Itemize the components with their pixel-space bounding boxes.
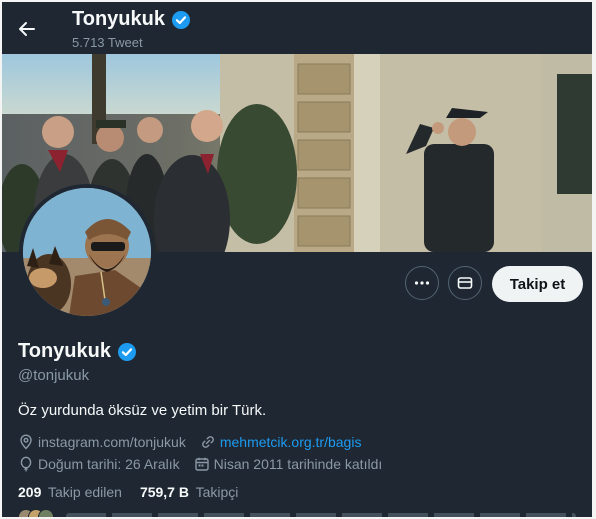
profile-website[interactable]: mehmetcik.org.tr/bagis xyxy=(200,434,362,450)
profile-meta-row-2: Doğum tarihi: 26 Aralık Nisan 2011 tarih… xyxy=(18,456,396,472)
profile-joined: Nisan 2011 tarihinde katıldı xyxy=(194,456,383,472)
followed-by-text-cropped xyxy=(66,513,576,517)
top-bar: Tonyukuk 5.713 Tweet xyxy=(2,2,592,54)
follow-stats: 209 Takip edilen 759,7 B Takipçi xyxy=(18,484,238,500)
more-icon xyxy=(414,281,430,285)
profile-bio: Öz yurdunda öksüz ve yetim bir Türk. xyxy=(18,402,267,419)
message-button[interactable] xyxy=(448,266,482,300)
link-icon xyxy=(201,436,214,448)
followers-count: 759,7 B xyxy=(139,484,189,500)
more-button[interactable] xyxy=(405,266,439,300)
profile-name-row: Tonyukuk xyxy=(18,340,137,363)
profile-location: instagram.com/tonjukuk xyxy=(18,434,186,450)
profile-birthday-text: Doğum tarihi: 26 Aralık xyxy=(38,456,180,472)
profile-instagram: instagram.com/tonjukuk xyxy=(38,434,186,450)
balloon-icon xyxy=(20,456,32,472)
follower-avatar xyxy=(38,509,54,517)
avatar-image xyxy=(23,188,151,316)
following-link[interactable]: 209 Takip edilen xyxy=(18,484,122,500)
following-count: 209 xyxy=(18,484,42,500)
profile-page: Tonyukuk 5.713 Tweet Takip et Tonyukuk @… xyxy=(2,2,592,517)
profile-joined-text: Nisan 2011 tarihinde katıldı xyxy=(213,456,383,472)
profile-meta-row-1: instagram.com/tonjukuk mehmetcik.org.tr/… xyxy=(18,434,375,450)
followers-link[interactable]: 759,7 B Takipçi xyxy=(140,484,238,500)
followers-label: Takipçi xyxy=(195,484,239,500)
back-button[interactable] xyxy=(12,14,42,44)
tweet-count: 5.713 Tweet xyxy=(72,35,143,50)
profile-name: Tonyukuk xyxy=(18,340,111,362)
verified-badge-icon xyxy=(117,342,137,362)
profile-website-link[interactable]: mehmetcik.org.tr/bagis xyxy=(220,434,362,450)
calendar-icon xyxy=(194,457,209,471)
message-icon xyxy=(457,277,473,289)
followed-by-row xyxy=(18,509,578,517)
top-bar-name: Tonyukuk xyxy=(72,8,165,30)
avatar[interactable] xyxy=(19,184,155,320)
verified-badge-icon xyxy=(171,10,191,30)
back-arrow-icon xyxy=(19,22,35,36)
top-bar-title: Tonyukuk xyxy=(72,8,191,31)
location-icon xyxy=(20,434,32,450)
following-label: Takip edilen xyxy=(48,484,122,500)
follow-button[interactable]: Takip et xyxy=(492,266,583,302)
profile-handle: @tonjukuk xyxy=(18,367,90,384)
profile-birthday: Doğum tarihi: 26 Aralık xyxy=(18,456,180,472)
